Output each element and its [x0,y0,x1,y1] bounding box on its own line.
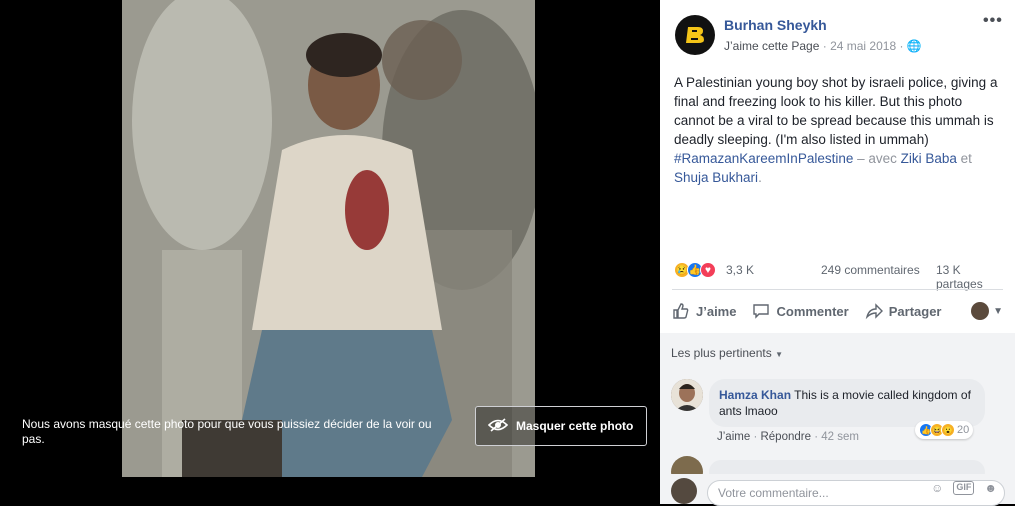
post-photo[interactable] [122,0,535,477]
comment-like-link[interactable]: J’aime [717,431,750,443]
comment-actions: J’aime · Répondre · 42 sem [717,431,859,443]
thumbs-up-icon [673,303,689,319]
reaction-summary: 😢 👍 ♥ 3,3 K 249 commentaires 13 K partag… [674,260,1004,291]
composer-icons: ☺ GIF ☻ [931,481,997,495]
comment-reply-link[interactable]: Répondre [760,431,811,443]
comment-sort-selector[interactable]: Les plus pertinents ▼ [671,346,783,360]
wow-reaction-icon: 😮 [941,423,955,437]
tagged-user-link[interactable]: Ziki Baba [901,151,957,166]
comment-bubble-icon [753,304,770,319]
comment-reaction-count: 20 [957,424,970,436]
meta-separator: · [899,39,907,53]
comment-bubble: Hamza Khan This is a movie called kingdo… [709,379,985,427]
share-button[interactable]: Partager [865,302,942,320]
with-text: – avec [853,151,901,166]
post-date[interactable]: 24 mai 2018 [830,39,896,53]
page-logo-icon [686,27,704,43]
photo-viewer: Nous avons masqué cette photo pour que v… [0,0,660,504]
tagged-user-link[interactable]: Shuja Bukhari [674,170,758,185]
shares-count[interactable]: 13 K partages [936,263,1004,291]
and-text: et [956,151,972,166]
post-meta: J’aime cette Page · 24 mai 2018 · 🌐 [724,39,922,53]
hidden-photo-notice: Nous avons masqué cette photo pour que v… [22,417,432,446]
caret-down-icon: ▼ [775,350,783,359]
hide-photo-label: Masquer cette photo [516,419,634,433]
eye-slash-icon [487,417,509,435]
comment-label: Commenter [776,303,849,319]
post-text: A Palestinian young boy shot by israeli … [674,73,1004,187]
comments-count[interactable]: 249 commentaires [821,263,920,277]
like-label: J’aime [696,303,737,319]
meta-separator: · [822,39,831,53]
caret-down-icon: ▼ [993,305,1003,317]
share-arrow-icon [865,303,883,320]
hide-photo-button[interactable]: Masquer cette photo [475,406,647,446]
comment-author[interactable]: Hamza Khan [719,388,791,402]
more-options-icon[interactable]: ••• [983,12,1003,30]
like-page-link[interactable]: J’aime cette Page [724,39,819,53]
gif-icon[interactable]: GIF [953,481,975,495]
sort-label: Les plus pertinents [671,346,772,360]
user-avatar [971,302,990,320]
user-avatar [671,478,697,504]
comment-time[interactable]: 42 sem [821,431,859,443]
emoji-icon[interactable]: ☺ [931,481,943,495]
comment-button[interactable]: Commenter [752,302,849,320]
photo-illustration [122,0,535,477]
post-header: Burhan Sheykh J’aime cette Page · 24 mai… [660,0,1015,62]
share-label: Partager [888,303,942,319]
page-name[interactable]: Burhan Sheykh [724,17,827,33]
reaction-count[interactable]: 3,3 K [726,263,754,277]
post-side-panel: Burhan Sheykh J’aime cette Page · 24 mai… [660,0,1015,506]
comment-placeholder: Votre commentaire... [718,486,829,500]
divider [672,289,1003,290]
post-actions: J’aime Commenter Partager ▼ [672,293,1003,329]
comment-reactions[interactable]: 👍 😆 😮 20 [915,421,974,439]
post-body: A Palestinian young boy shot by israeli … [674,75,998,147]
globe-icon: 🌐 [906,39,922,53]
comment-composer: Votre commentaire... ☺ GIF ☻ [660,474,1015,506]
like-button[interactable]: J’aime [672,302,736,320]
commenter-avatar[interactable] [671,379,703,411]
post-as-selector[interactable]: ▼ [971,302,1003,320]
reaction-icons[interactable]: 😢 👍 ♥ [674,262,716,278]
end-punct: . [758,170,762,185]
love-reaction-icon: ♥ [700,262,716,278]
hashtag-link[interactable]: #RamazanKareemInPalestine [674,151,853,166]
comment-item-partial [671,456,1001,488]
page-avatar[interactable] [675,15,715,55]
sticker-icon[interactable]: ☻ [984,481,997,495]
